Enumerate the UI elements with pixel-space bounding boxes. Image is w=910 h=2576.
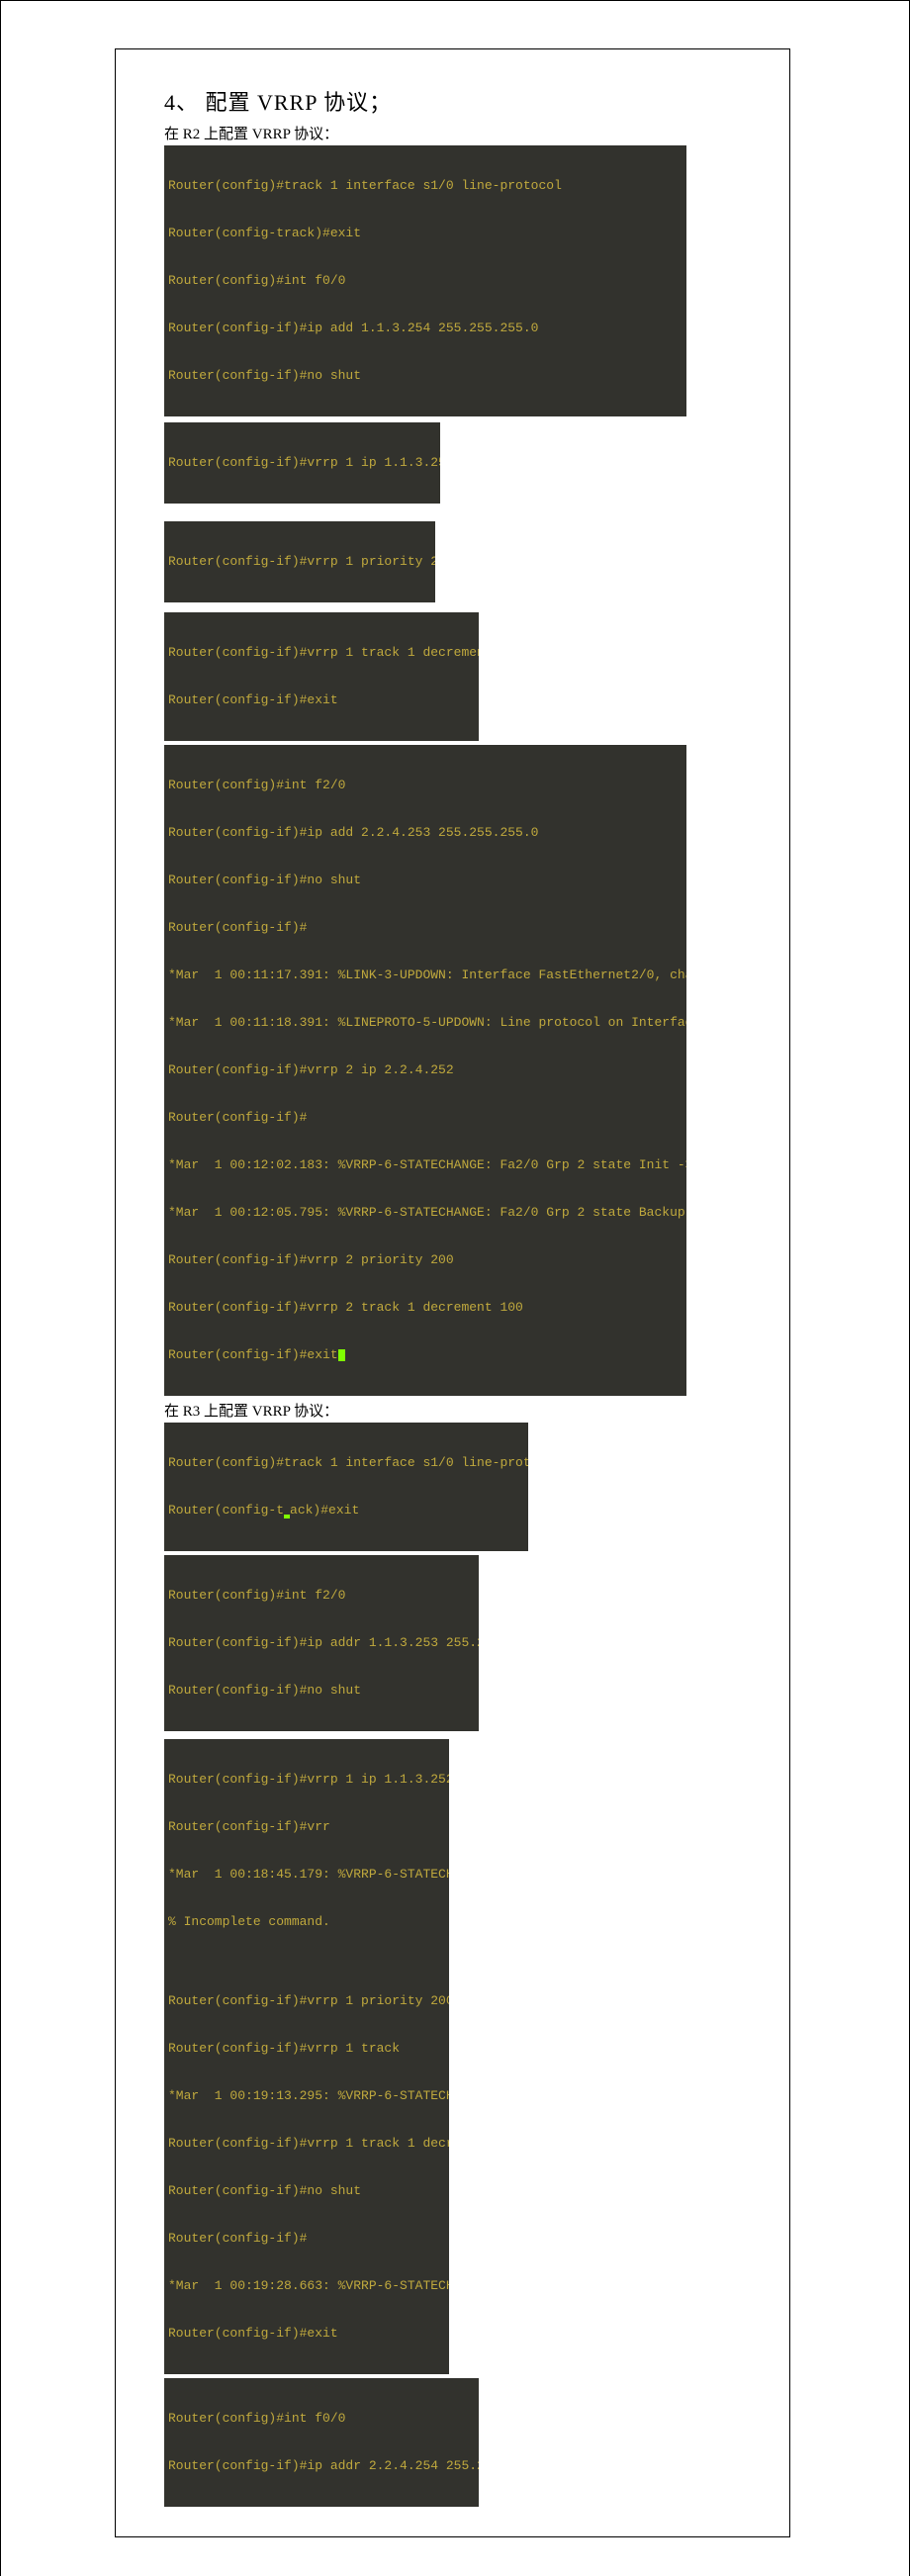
term-text: Router(config-if)#exit — [168, 1347, 338, 1362]
term-line: Router(config-if)#ip add 2.2.4.253 255.2… — [168, 825, 682, 841]
terminal-r3-3: Router(config-if)#vrrp 1 ip 1.1.3.252 Ro… — [164, 1739, 449, 2374]
term-line: Router(config-if)#vrr — [168, 1819, 445, 1835]
content-area: 4、 配置 VRRP 协议； 在 R2 上配置 VRRP 协议： Router(… — [120, 55, 785, 2530]
term-line: Router(config-if)#exit — [168, 692, 475, 708]
term-line: Router(config)#int f2/0 — [168, 778, 682, 793]
term-line: *Mar 1 00:12:05.795: %VRRP-6-STATECHANGE… — [168, 1205, 682, 1221]
term-line: Router(config-if)#ip addr 1.1.3.253 255.… — [168, 1635, 475, 1651]
term-line: Router(config-if)#no shut — [168, 2183, 445, 2199]
term-line: % Incomplete command. — [168, 1914, 445, 1930]
term-line: *Mar 1 00:11:17.391: %LINK-3-UPDOWN: Int… — [168, 967, 682, 983]
term-line: Router(config)#int f0/0 — [168, 2411, 475, 2427]
term-line: *Mar 1 00:11:18.391: %LINEPROTO-5-UPDOWN… — [168, 1015, 682, 1031]
terminal-r2-2: Router(config-if)#vrrp 1 ip 1.1.3.252 — [164, 422, 440, 504]
term-line: Router(config-if)# — [168, 920, 682, 936]
term-line: *Mar 1 00:18:45.179: %VRRP-6-STATECHAN — [168, 1867, 445, 1883]
section-heading: 4、 配置 VRRP 协议； — [164, 85, 746, 117]
r3-subheading: 在 R3 上配置 VRRP 协议： — [164, 1400, 746, 1421]
terminal-r2-4: Router(config-if)#vrrp 1 track 1 decreme… — [164, 612, 479, 741]
term-line: Router(config-if)#vrrp 2 ip 2.2.4.252 — [168, 1062, 682, 1078]
term-line: Router(config-if)#vrrp 1 track 1 decreme… — [168, 645, 475, 661]
term-line: Router(config-t ack)#exit — [168, 1503, 524, 1518]
term-text: ack)#exit — [290, 1503, 359, 1518]
term-line: Router(config-if)#no shut — [168, 873, 682, 888]
term-line: Router(config-if)#vrrp 1 ip 1.1.3.252 — [168, 455, 440, 471]
terminal-r2-1: Router(config)#track 1 interface s1/0 li… — [164, 145, 686, 416]
term-line: Router(config)#int f2/0 — [168, 1588, 475, 1604]
terminal-r3-4: Router(config)#int f0/0 Router(config-if… — [164, 2378, 479, 2507]
term-line: Router(config-if)#vrrp 1 track 1 decrem — [168, 2136, 445, 2152]
term-line: Router(config-if)#vrrp 1 ip 1.1.3.252 — [168, 1772, 445, 1788]
term-line: *Mar 1 00:19:28.663: %VRRP-6-STATECHAN — [168, 2278, 445, 2294]
terminal-r3-1: Router(config)#track 1 interface s1/0 li… — [164, 1423, 528, 1551]
term-line: Router(config-if)#exit — [168, 1347, 682, 1363]
page: 4、 配置 VRRP 协议； 在 R2 上配置 VRRP 协议： Router(… — [0, 0, 910, 2576]
cursor-icon — [338, 1349, 345, 1361]
terminal-r2-5: Router(config)#int f2/0 Router(config-if… — [164, 745, 686, 1396]
term-line: *Mar 1 00:19:13.295: %VRRP-6-STATECHAN — [168, 2088, 445, 2104]
term-line: Router(config-if)#vrrp 1 track — [168, 2041, 445, 2057]
term-line: Router(config-if)#vrrp 2 track 1 decreme… — [168, 1300, 682, 1316]
term-line: Router(config-if)#vrrp 1 priority 200 — [168, 1993, 445, 2009]
term-line: Router(config-if)#no shut — [168, 368, 682, 384]
term-line: Router(config-if)#vrrp 1 priority 250 — [168, 554, 435, 570]
terminal-r2-3: Router(config-if)#vrrp 1 priority 250 — [164, 521, 435, 602]
term-line: *Mar 1 00:12:02.183: %VRRP-6-STATECHANGE… — [168, 1157, 682, 1173]
term-text: Router(config-t — [168, 1503, 284, 1518]
term-line: Router(config-track)#exit — [168, 226, 682, 241]
term-line: Router(config-if)# — [168, 2231, 445, 2247]
term-line: Router(config-if)#exit — [168, 2326, 445, 2342]
term-line: Router(config-if)#ip addr 2.2.4.254 255.… — [168, 2458, 475, 2474]
terminal-r3-2: Router(config)#int f2/0 Router(config-if… — [164, 1555, 479, 1731]
term-line: Router(config-if)# — [168, 1110, 682, 1126]
term-line: Router(config)#track 1 interface s1/0 li… — [168, 178, 682, 194]
term-line: Router(config)#track 1 interface s1/0 li… — [168, 1455, 524, 1471]
term-line: Router(config-if)#ip add 1.1.3.254 255.2… — [168, 321, 682, 336]
term-line: Router(config-if)#no shut — [168, 1683, 475, 1699]
r2-subheading: 在 R2 上配置 VRRP 协议： — [164, 123, 746, 143]
term-line: Router(config)#int f0/0 — [168, 273, 682, 289]
term-line: Router(config-if)#vrrp 2 priority 200 — [168, 1252, 682, 1268]
